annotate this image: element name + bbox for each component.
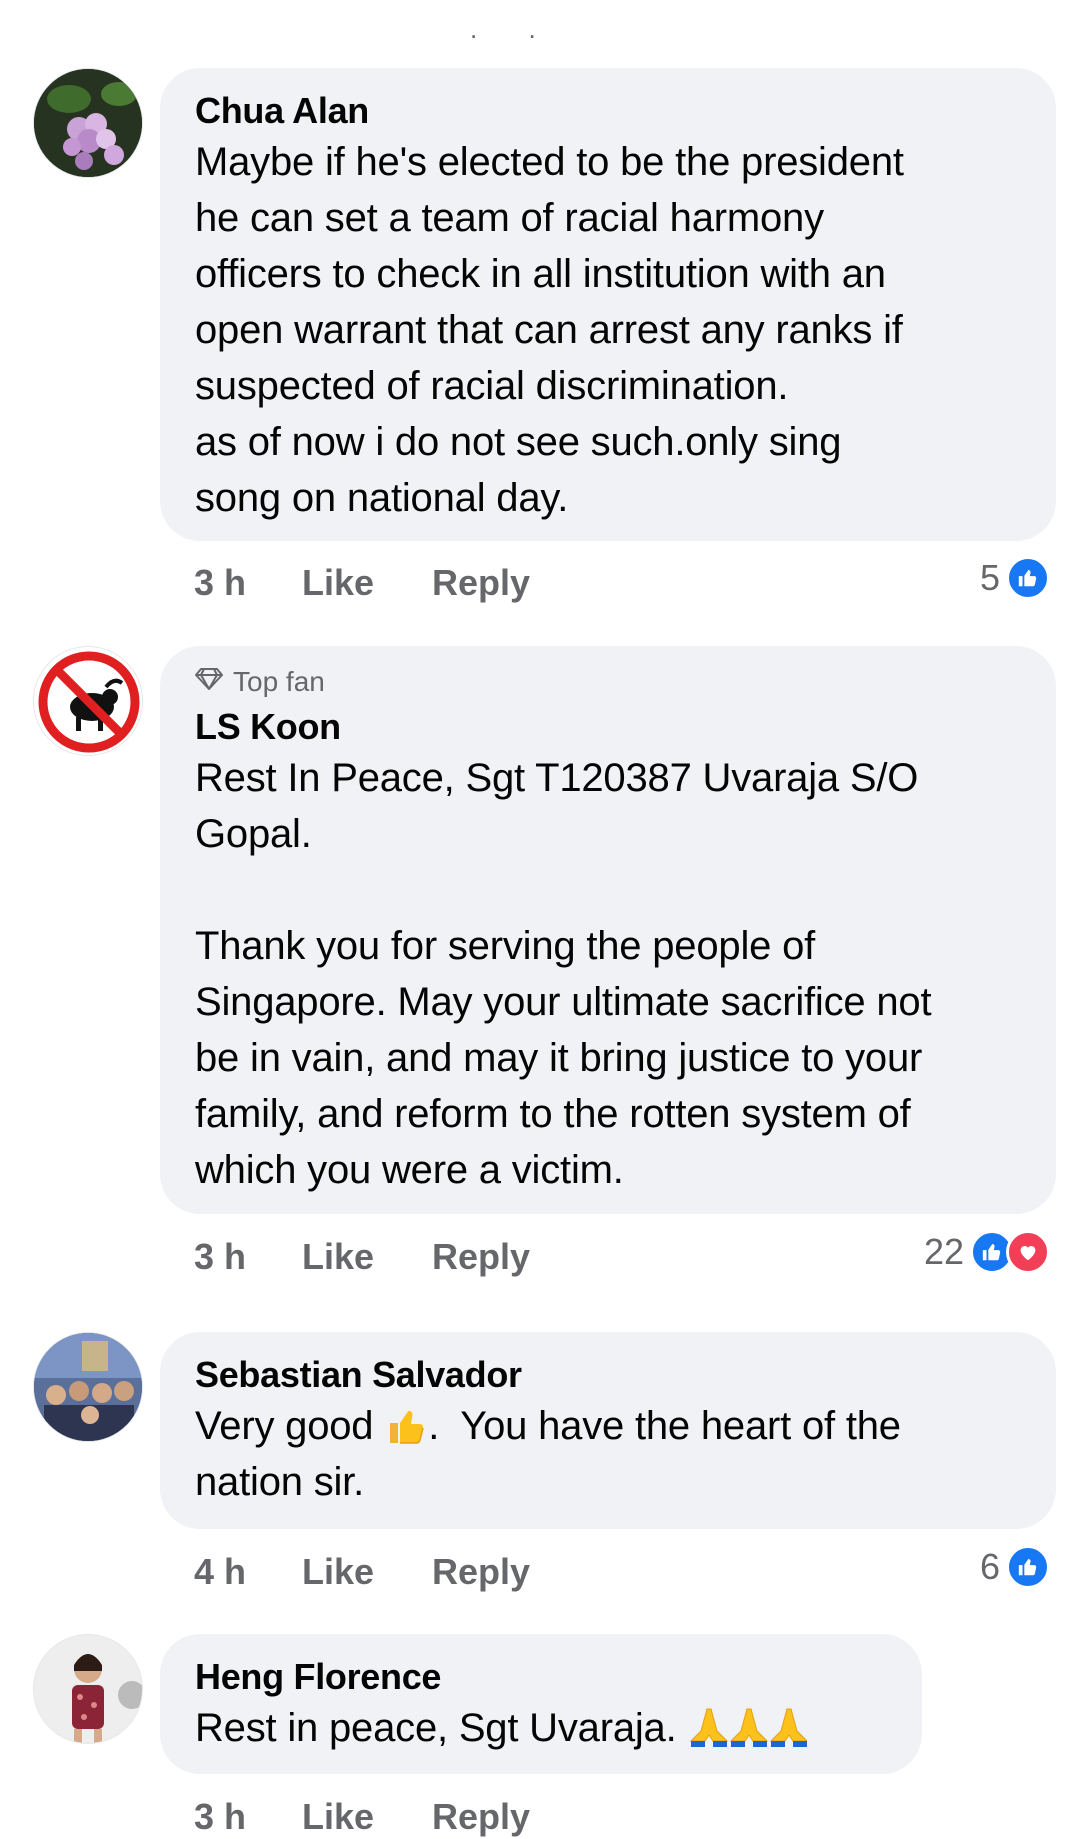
like-button[interactable]: Like	[302, 562, 432, 604]
diamond-icon	[195, 666, 223, 698]
reaction-summary[interactable]: 6	[980, 1545, 1050, 1589]
avatar[interactable]	[33, 646, 143, 756]
thumbs-up-icon	[1006, 556, 1050, 600]
reaction-count: 6	[979, 1546, 1000, 1587]
comment-text: Rest in peace, Sgt Uvaraja.	[195, 1700, 888, 1756]
comment-author[interactable]: Sebastian Salvador	[195, 1352, 1022, 1398]
reply-button[interactable]: Reply	[432, 1551, 530, 1593]
top-fan-badge: Top fan	[195, 666, 1022, 698]
comment-time[interactable]: 3 h	[194, 1236, 302, 1278]
comment-bubble: Sebastian Salvador Very good . You have …	[160, 1332, 1056, 1529]
thumbs-up-emoji-icon	[384, 1398, 428, 1454]
comment-actions: 3 h Like Reply	[194, 562, 530, 604]
comment-author[interactable]: Heng Florence	[195, 1654, 888, 1700]
avatar[interactable]	[33, 1634, 143, 1744]
thumbs-up-icon	[1006, 1545, 1050, 1589]
avatar[interactable]	[33, 1332, 143, 1442]
reaction-count: 22	[923, 1231, 964, 1272]
reply-button[interactable]: Reply	[432, 1796, 530, 1838]
heart-icon	[1006, 1230, 1050, 1274]
comment-text: Maybe if he's elected to be the presiden…	[195, 140, 904, 520]
reply-button[interactable]: Reply	[432, 1236, 530, 1278]
comment-time[interactable]: 3 h	[194, 562, 302, 604]
comment-author[interactable]: LS Koon	[195, 704, 1022, 750]
comment-bubble: Heng Florence Rest in peace, Sgt Uvaraja…	[160, 1634, 922, 1774]
reaction-summary[interactable]: 5	[980, 556, 1050, 600]
comment-time[interactable]: 3 h	[194, 1796, 302, 1838]
like-button[interactable]: Like	[302, 1236, 432, 1278]
comment-time[interactable]: 4 h	[194, 1551, 302, 1593]
comment-text: Rest In Peace, Sgt T120387 Uvaraja S/O G…	[195, 756, 932, 1192]
comment-author[interactable]: Chua Alan	[195, 88, 1022, 134]
top-fan-label: Top fan	[233, 666, 325, 697]
folded-hands-emoji-icon	[687, 1700, 809, 1756]
comment-actions: 3 h Like Reply	[194, 1236, 530, 1278]
comment-actions: 4 h Like Reply	[194, 1551, 530, 1593]
comment-bubble: Chua Alan Maybe if he's elected to be th…	[160, 68, 1056, 541]
like-button[interactable]: Like	[302, 1551, 432, 1593]
scroll-indicator: . .	[470, 14, 558, 44]
reaction-count: 5	[979, 557, 1000, 598]
reaction-summary[interactable]: 22	[924, 1230, 1050, 1274]
avatar[interactable]	[33, 68, 143, 178]
like-button[interactable]: Like	[302, 1796, 432, 1838]
comment-text: Very good . You have the heart of the na…	[195, 1398, 1022, 1510]
comment-actions: 3 h Like Reply	[194, 1796, 530, 1838]
reply-button[interactable]: Reply	[432, 562, 530, 604]
comment-bubble: Top fan LS Koon Rest In Peace, Sgt T1203…	[160, 646, 1056, 1214]
